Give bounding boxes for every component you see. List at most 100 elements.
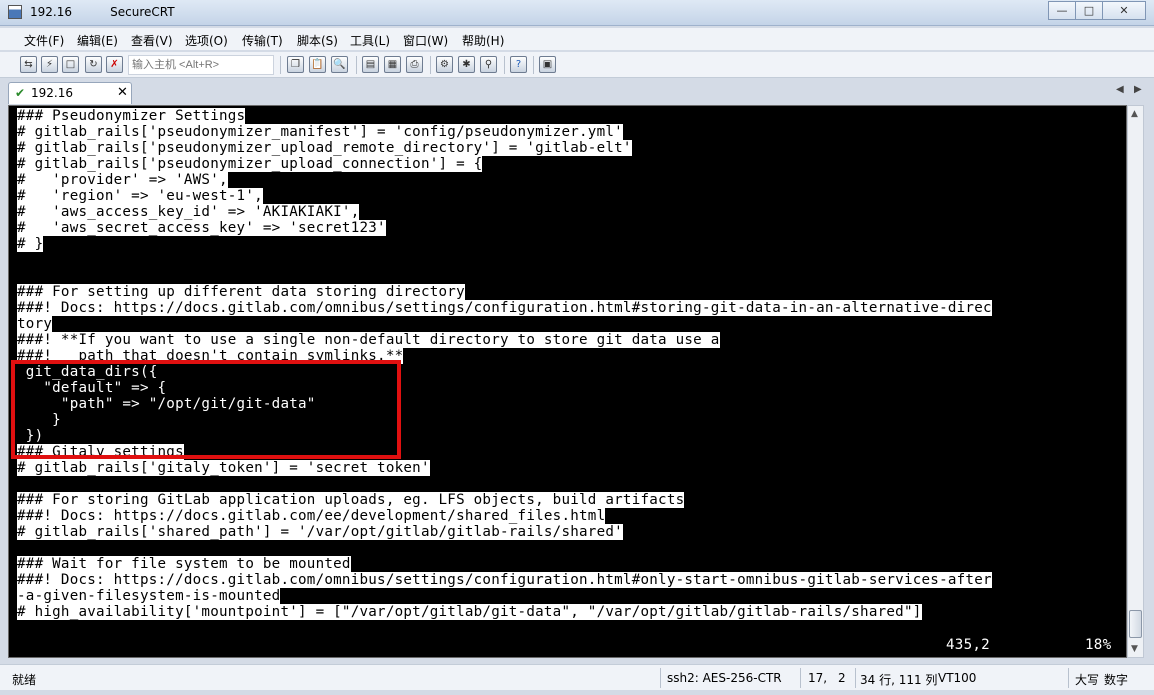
reconnect-icon[interactable]: ↻ [85,56,102,73]
help-icon[interactable]: ? [510,56,527,73]
terminal-line-text: "path" => "/opt/git/git-data" [17,396,316,412]
terminal-line-text: # gitlab_rails['pseudonymizer_upload_con… [17,156,483,172]
status-terminal-type: VT100 [938,671,977,685]
terminal-line-text: # 'aws_secret_access_key' => 'secret123' [17,220,386,236]
terminal-line-text: ###! Docs: https://docs.gitlab.com/ee/de… [17,508,606,524]
terminal-line-text: # high_availability['mountpoint'] = ["/v… [17,604,922,620]
terminal-line: # gitlab_rails['pseudonymizer_upload_con… [17,156,483,172]
menu-transfer[interactable]: 传输(T) [242,32,283,49]
terminal-line-text: # 'region' => 'eu-west-1', [17,188,263,204]
scroll-up-icon[interactable]: ▲ [1131,109,1138,119]
terminal-line: ###! Docs: https://docs.gitlab.com/omnib… [17,572,992,588]
terminal-line: # 'region' => 'eu-west-1', [17,188,263,204]
terminal-line-text: # gitlab_rails['pseudonymizer_upload_rem… [17,140,632,156]
terminal-line-text: # gitlab_rails['gitaly_token'] = 'secret… [17,460,430,476]
terminal-line: # 'provider' => 'AWS', [17,172,228,188]
securecrt-app-icon [8,5,22,19]
screen-icon[interactable]: ▣ [539,56,556,73]
menu-window[interactable]: 窗口(W) [403,32,448,49]
terminal-line: git_data_dirs({ [17,364,158,380]
menu-script[interactable]: 脚本(S) [297,32,338,49]
terminal-screen[interactable]: ### Pseudonymizer Settings # gitlab_rails… [8,105,1127,658]
terminal-line-text: ### For storing GitLab application uploa… [17,492,685,508]
terminal-line-text: "default" => { [17,380,167,396]
quick-connect-icon[interactable]: ⚡ [41,56,58,73]
terminal-line-text: # 'aws_access_key_id' => 'AKIAKIAKI', [17,204,360,220]
terminal-line: }) [17,428,43,444]
scrollbar-thumb[interactable] [1129,610,1142,638]
scroll-down-icon[interactable]: ▼ [1131,644,1138,654]
terminal-line-text: -a-given-filesystem-is-mounted [17,588,281,604]
print-selection-icon[interactable]: ▦ [384,56,401,73]
session-options-icon[interactable]: ⚙ [436,56,453,73]
terminal-line: # high_availability['mountpoint'] = ["/v… [17,604,922,620]
title-bar: 192.16 SecureCRT — □ ✕ [0,0,1154,26]
window-title: 192.16 SecureCRT [30,5,175,19]
menu-view[interactable]: 查看(V) [131,32,173,49]
terminal-scrollbar[interactable]: ▲ ▼ [1127,105,1144,658]
session-tab-bar: ✔ 192.16 ✕ ◀ ▶ [0,80,1154,104]
terminal-line: ###! Docs: https://docs.gitlab.com/omnib… [17,300,992,316]
terminal-line: # 'aws_access_key_id' => 'AKIAKIAKI', [17,204,360,220]
terminal-line-text: ###! Docs: https://docs.gitlab.com/omnib… [17,300,992,316]
menu-edit[interactable]: 编辑(E) [77,32,118,49]
close-window-button[interactable]: ✕ [1102,1,1146,20]
tab-scroll-left-icon[interactable]: ◀ [1116,84,1124,95]
global-options-icon[interactable]: ✱ [458,56,475,73]
key-icon[interactable]: ⚲ [480,56,497,73]
terminal-line: ### Pseudonymizer Settings [17,108,246,124]
terminal-line: # gitlab_rails['shared_path'] = '/var/op… [17,524,623,540]
status-caps: 大写 [1075,673,1100,687]
status-num: 数字 [1104,673,1129,687]
terminal-line-text: }) [17,428,44,444]
terminal-line: "path" => "/opt/git/git-data" [17,396,316,412]
terminal-line: -a-given-filesystem-is-mounted [17,588,281,604]
tab-scroll-right-icon[interactable]: ▶ [1134,84,1142,95]
terminal-line: ### For setting up different data storin… [17,284,465,300]
status-bar: 就绪 ssh2: AES-256-CTR 17, 2 34 行, 111 列 V… [0,664,1154,690]
disconnect-icon[interactable]: ✗ [106,56,123,73]
menu-tools[interactable]: 工具(L) [350,32,390,49]
terminal-line-text: # } [17,236,44,252]
terminal-line-text: # 'provider' => 'AWS', [17,172,228,188]
terminal-line: "default" => { [17,380,166,396]
menu-help[interactable]: 帮助(H) [462,32,504,49]
session-tab-label: 192.16 [31,86,73,100]
terminal-line-text: tory [17,316,53,332]
terminal-line-text: # gitlab_rails['shared_path'] = '/var/op… [17,524,623,540]
terminal-line: ###! Docs: https://docs.gitlab.com/ee/de… [17,508,606,524]
terminal-line: # } [17,236,44,252]
find-icon[interactable]: 🔍 [331,56,348,73]
terminal-line: ### Gitaly settings [17,444,184,460]
minimize-button[interactable]: — [1048,1,1076,20]
terminal-line-text: ### For setting up different data storin… [17,284,465,300]
status-col: 2 [838,671,846,685]
connect-tab-icon[interactable]: □ [62,56,79,73]
terminal-line: # gitlab_rails['pseudonymizer_upload_rem… [17,140,632,156]
connect-icon[interactable]: ⇆ [20,56,37,73]
terminal-line: } [17,412,61,428]
terminal-line-text: ###! path that doesn't contain symlinks.… [17,348,404,364]
print-icon[interactable]: ⎙ [406,56,423,73]
terminal-line-text: git_data_dirs({ [17,364,158,380]
terminal-line-text: ###! Docs: https://docs.gitlab.com/omnib… [17,572,992,588]
terminal-line-text: ### Pseudonymizer Settings [17,108,246,124]
terminal-line-text: ### Wait for file system to be mounted [17,556,351,572]
session-tab[interactable]: ✔ 192.16 ✕ [8,82,132,104]
scroll-percent: 18% [1085,637,1112,653]
connected-check-icon: ✔ [15,86,26,100]
print-setup-icon[interactable]: ▤ [362,56,379,73]
status-size: 34 行, 111 列 [860,673,938,687]
cursor-position: 435,2 [946,637,990,653]
menu-options[interactable]: 选项(O) [185,32,228,49]
copy-icon[interactable]: ❐ [287,56,304,73]
status-ready: 就绪 [12,673,37,687]
close-tab-icon[interactable]: ✕ [117,85,128,100]
terminal-line-text: ### Gitaly settings [17,444,184,460]
maximize-button[interactable]: □ [1075,1,1103,20]
host-input[interactable] [128,55,274,75]
menu-file[interactable]: 文件(F) [24,32,64,49]
terminal-line: ### Wait for file system to be mounted [17,556,351,572]
paste-icon[interactable]: 📋 [309,56,326,73]
status-row: 17, [808,671,828,685]
